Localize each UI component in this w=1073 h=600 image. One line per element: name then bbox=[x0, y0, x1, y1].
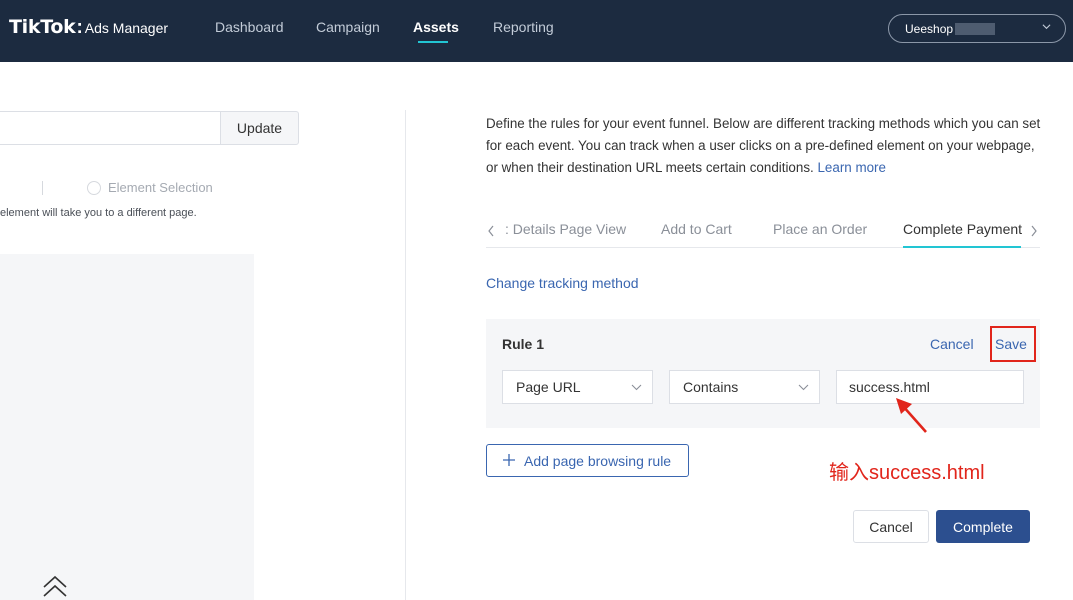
method-hint: element will take you to a different pag… bbox=[0, 207, 197, 219]
funnel-description: Define the rules for your event funnel. … bbox=[486, 113, 1046, 179]
chevron-down-icon bbox=[798, 384, 809, 391]
chevron-down-icon bbox=[631, 384, 642, 391]
nav-dashboard[interactable]: Dashboard bbox=[215, 19, 284, 35]
add-page-browsing-rule-button[interactable]: Add page browsing rule bbox=[486, 444, 689, 477]
active-tab-indicator bbox=[903, 246, 1021, 248]
account-name-mask bbox=[955, 23, 995, 35]
operator-select-value: Contains bbox=[683, 379, 739, 395]
product-name: Ads Manager bbox=[84, 20, 169, 36]
element-selection-label: Element Selection bbox=[108, 180, 213, 195]
tab-complete-payment[interactable]: Complete Payment bbox=[903, 221, 1022, 237]
account-name: Ueeshop bbox=[905, 22, 954, 36]
logo-separator: : bbox=[76, 17, 83, 38]
nav-campaign[interactable]: Campaign bbox=[316, 19, 380, 35]
rule-save-button[interactable]: Save bbox=[995, 336, 1027, 352]
field-select-value: Page URL bbox=[516, 379, 581, 395]
brand-logo[interactable]: TikTok : Ads Manager bbox=[9, 16, 168, 39]
complete-button[interactable]: Complete bbox=[936, 510, 1030, 543]
nav-assets[interactable]: Assets bbox=[413, 19, 459, 35]
field-select[interactable]: Page URL bbox=[502, 370, 653, 404]
pane-divider bbox=[405, 110, 406, 600]
chevron-left-icon[interactable] bbox=[486, 224, 496, 238]
red-arrow-icon bbox=[896, 398, 927, 433]
annotation-text: 输入success.html bbox=[829, 462, 985, 484]
active-nav-indicator bbox=[418, 41, 448, 43]
url-input[interactable] bbox=[0, 111, 222, 145]
tab-details-page-view[interactable]: : Details Page View bbox=[505, 221, 626, 237]
double-chevron-up-icon[interactable] bbox=[42, 574, 68, 600]
account-switcher[interactable]: Ueeshop bbox=[888, 14, 1066, 43]
plus-icon bbox=[503, 454, 515, 466]
page-preview-area bbox=[0, 254, 254, 600]
tiktok-logo: TikTok bbox=[9, 16, 76, 38]
cancel-button[interactable]: Cancel bbox=[853, 510, 929, 543]
nav-reporting[interactable]: Reporting bbox=[493, 19, 554, 35]
operator-select[interactable]: Contains bbox=[669, 370, 820, 404]
description-text: Define the rules for your event funnel. … bbox=[486, 116, 1041, 175]
tab-place-an-order[interactable]: Place an Order bbox=[773, 221, 867, 237]
rule-title: Rule 1 bbox=[502, 336, 545, 352]
chevron-right-icon[interactable] bbox=[1029, 224, 1039, 238]
element-selection-radio[interactable] bbox=[87, 181, 101, 195]
option-divider bbox=[42, 181, 43, 195]
chevron-down-icon bbox=[1042, 24, 1051, 30]
add-rule-label: Add page browsing rule bbox=[524, 453, 672, 469]
update-button[interactable]: Update bbox=[220, 111, 299, 145]
rule-cancel-button[interactable]: Cancel bbox=[930, 336, 974, 352]
top-navigation-bar: TikTok : Ads Manager Dashboard Campaign … bbox=[0, 0, 1073, 62]
change-tracking-method-link[interactable]: Change tracking method bbox=[486, 275, 639, 291]
tab-add-to-cart[interactable]: Add to Cart bbox=[661, 221, 732, 237]
learn-more-link[interactable]: Learn more bbox=[817, 160, 885, 175]
